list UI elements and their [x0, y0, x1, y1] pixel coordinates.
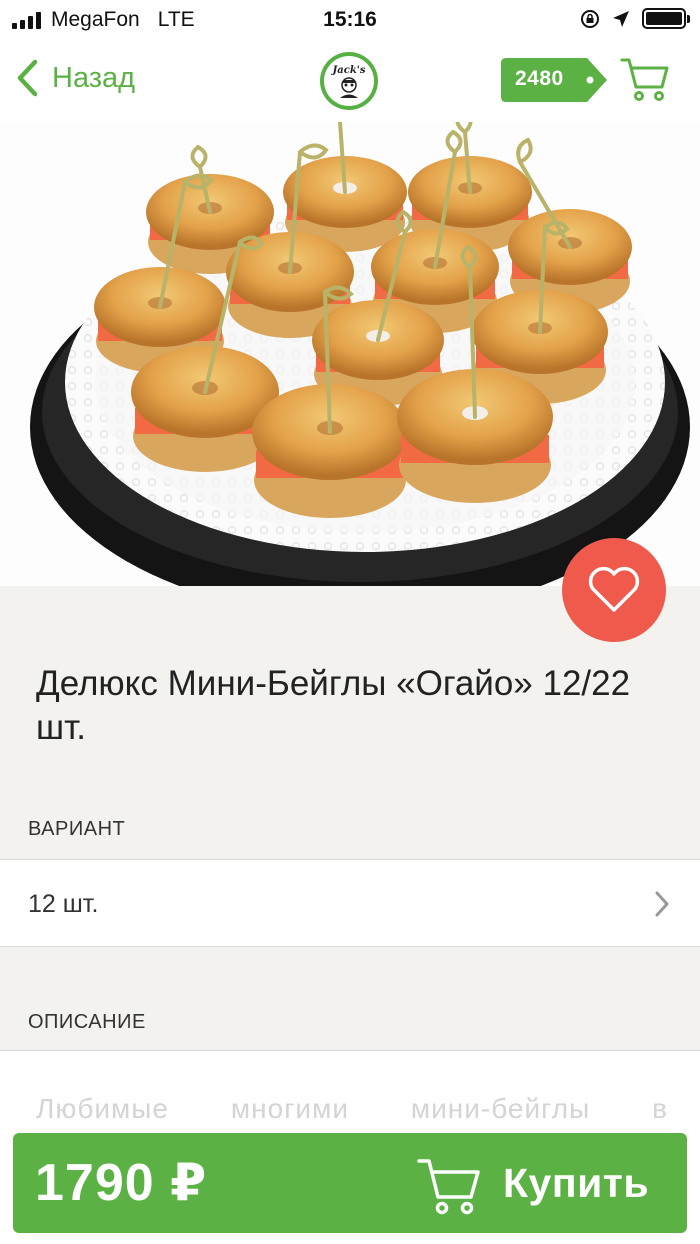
- back-chevron-icon: [17, 59, 38, 97]
- price-value: 1790 ₽: [35, 1154, 208, 1212]
- description-text: Любимые многими мини-бейглы в: [36, 1093, 668, 1124]
- balance-value: 2480: [515, 67, 564, 90]
- product-title: Делюкс Мини-Бейглы «Огайо» 12/22 шт.: [36, 664, 631, 747]
- product-photo-illustration: [0, 122, 700, 586]
- buy-cart-icon: [417, 1159, 480, 1215]
- logo-icon: Jack's: [320, 52, 378, 110]
- buy-label: Купить: [503, 1160, 650, 1206]
- favorite-button[interactable]: [562, 538, 666, 642]
- description-section-label: ОПИСАНИЕ: [28, 1011, 146, 1033]
- navigation-bar: Назад Jack's 2480: [0, 40, 700, 122]
- location-arrow-icon: [613, 10, 629, 27]
- variant-section-label: ВАРИАНТ: [28, 818, 126, 840]
- svg-text:Jack's: Jack's: [331, 65, 366, 76]
- balance-badge[interactable]: 2480: [501, 58, 607, 102]
- cart-icon[interactable]: [620, 54, 670, 104]
- logo-mascot: Jack's: [331, 65, 366, 98]
- variant-selector[interactable]: 12 шт.: [0, 859, 700, 947]
- chevron-right-icon: [655, 891, 669, 917]
- status-right: [580, 8, 690, 29]
- status-bar: MegaFon LTE 15:16: [0, 0, 700, 40]
- buy-button[interactable]: 1790 ₽ Купить: [13, 1133, 687, 1233]
- battery-icon: [642, 8, 690, 29]
- product-image: [0, 122, 700, 586]
- heart-icon: [588, 566, 640, 612]
- variant-value: 12 шт.: [28, 890, 99, 918]
- back-label: Назад: [52, 61, 136, 94]
- back-button[interactable]: Назад: [16, 56, 135, 100]
- orientation-lock-icon: [581, 9, 599, 28]
